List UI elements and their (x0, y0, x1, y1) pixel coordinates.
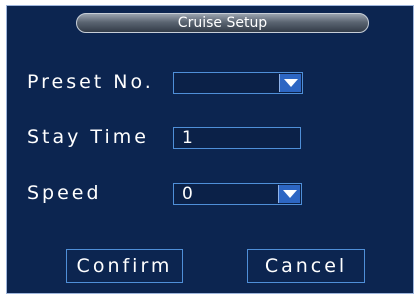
stay-time-label: Stay Time (27, 126, 149, 148)
stay-time-input[interactable]: 1 (173, 127, 301, 149)
speed-select[interactable]: 0 (173, 183, 302, 205)
speed-label: Speed (27, 182, 102, 204)
preset-no-select[interactable] (173, 72, 303, 94)
speed-value: 0 (182, 184, 193, 204)
cruise-setup-dialog: Cruise Setup Preset No. Stay Time 1 Spee… (6, 5, 414, 294)
chevron-down-icon[interactable] (279, 74, 301, 92)
preset-no-label: Preset No. (27, 71, 154, 93)
dialog-title: Cruise Setup (76, 13, 369, 33)
chevron-down-icon[interactable] (278, 185, 300, 203)
cancel-button[interactable]: Cancel (247, 249, 365, 283)
confirm-button[interactable]: Confirm (66, 249, 183, 283)
